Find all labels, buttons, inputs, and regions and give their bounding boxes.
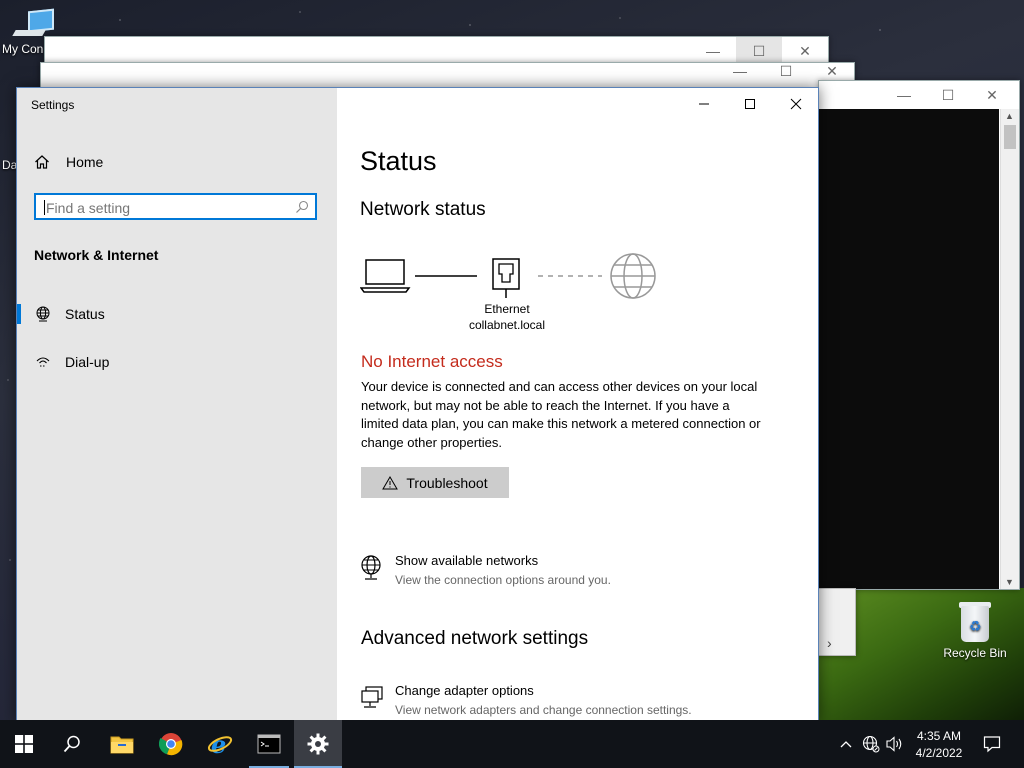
- settings-content: Status Network status Ethernet collabnet…: [337, 88, 818, 721]
- network-globe-icon: [862, 735, 880, 753]
- background-window[interactable]: ›: [818, 588, 856, 656]
- taskbar-file-explorer[interactable]: [98, 720, 146, 768]
- chevron-right-icon[interactable]: ›: [827, 635, 832, 651]
- start-button[interactable]: [0, 720, 48, 768]
- link-subtitle: View the connection options around you.: [395, 573, 611, 587]
- troubleshoot-button[interactable]: Troubleshoot: [361, 467, 509, 498]
- globe-network-icon: [359, 553, 385, 587]
- sidebar-item-label: Dial-up: [65, 354, 110, 370]
- page-title: Status: [360, 146, 437, 176]
- home-icon: [34, 154, 54, 170]
- change-adapter-options-link[interactable]: Change adapter options View network adap…: [359, 683, 692, 717]
- troubleshoot-label: Troubleshoot: [406, 474, 488, 491]
- maximize-icon[interactable]: [727, 88, 773, 120]
- home-label: Home: [66, 154, 104, 170]
- network-tray-button[interactable]: [860, 720, 882, 768]
- console-window[interactable]: — ☐ ✕ ▲ ▼: [818, 80, 1020, 590]
- laptop-icon: [360, 259, 411, 293]
- link-title: Change adapter options: [395, 683, 534, 698]
- svg-text:e: e: [211, 732, 226, 756]
- recycle-bin-icon: ♻: [957, 600, 993, 642]
- folder-icon: [110, 736, 134, 754]
- adapter-name: Ethernet: [484, 302, 530, 316]
- ethernet-icon: [492, 258, 520, 298]
- taskbar-settings[interactable]: [294, 720, 342, 768]
- notification-icon: [983, 736, 1001, 753]
- settings-sidebar: Settings Home Network & Internet Status: [17, 88, 337, 721]
- chrome-icon: [159, 733, 183, 756]
- maximize-icon[interactable]: ☐: [763, 57, 809, 85]
- search-icon: [63, 735, 80, 753]
- status-description: Your device is connected and can access …: [361, 379, 761, 450]
- close-icon[interactable]: [773, 88, 818, 120]
- advanced-settings-heading: Advanced network settings: [361, 628, 589, 649]
- sidebar-item-status[interactable]: Status: [17, 294, 337, 334]
- desktop-icon-label: Recycle Bin: [943, 646, 1007, 660]
- minimize-icon[interactable]: [681, 88, 727, 120]
- maximize-icon[interactable]: ☐: [925, 81, 971, 109]
- clock-time: 4:35 AM: [916, 729, 962, 743]
- home-nav[interactable]: Home: [34, 150, 103, 174]
- taskbar-search-button[interactable]: [48, 720, 96, 768]
- connection-alert: No Internet access: [361, 352, 503, 371]
- taskbar-clock[interactable]: 4:35 AM 4/2/2022: [905, 728, 973, 762]
- network-name: collabnet.local: [468, 318, 546, 332]
- desktop-icon-recycle-bin[interactable]: ♻ Recycle Bin: [940, 600, 1010, 660]
- section-heading: Network & Internet: [34, 247, 159, 263]
- search-icon[interactable]: [295, 200, 309, 219]
- internet-globe-icon: [610, 253, 656, 299]
- scroll-up-icon[interactable]: ▲: [1005, 111, 1014, 121]
- network-diagram: Ethernet collabnet.local: [360, 248, 680, 338]
- selection-indicator: [17, 304, 21, 324]
- chevron-up-icon: [840, 741, 852, 748]
- taskbar-command-prompt[interactable]: [245, 720, 293, 768]
- internet-explorer-icon: e: [207, 732, 233, 756]
- scrollbar-thumb[interactable]: [1004, 125, 1016, 149]
- scrollbar[interactable]: ▲ ▼: [1000, 109, 1019, 589]
- globe-icon: [33, 306, 53, 322]
- network-status-heading: Network status: [360, 199, 486, 220]
- network-adapter-icon: [359, 683, 385, 717]
- link-title: Show available networks: [395, 553, 539, 568]
- clock-date: 4/2/2022: [915, 746, 963, 760]
- minimize-icon[interactable]: —: [881, 81, 927, 109]
- sidebar-item-dial-up[interactable]: Dial-up: [17, 342, 337, 382]
- dialup-icon: [33, 354, 53, 370]
- computer-icon: [12, 8, 54, 38]
- show-hidden-icons-button[interactable]: [836, 720, 856, 768]
- sidebar-item-label: Status: [65, 306, 105, 322]
- taskbar-internet-explorer[interactable]: e: [196, 720, 244, 768]
- action-center-button[interactable]: [978, 720, 1006, 768]
- volume-tray-button[interactable]: [884, 720, 906, 768]
- console-output: [819, 109, 999, 589]
- window-title: Settings: [31, 98, 75, 112]
- taskbar-chrome[interactable]: [147, 720, 195, 768]
- scroll-down-icon[interactable]: ▼: [1005, 577, 1014, 587]
- taskbar: e 4:35 AM 4/2/2022: [0, 720, 1024, 768]
- settings-window: Settings Home Network & Internet Status: [16, 87, 819, 722]
- command-prompt-icon: [257, 734, 281, 754]
- speaker-icon: [886, 736, 902, 752]
- close-icon[interactable]: ✕: [969, 81, 1015, 109]
- windows-logo-icon: [15, 735, 33, 753]
- show-available-networks-link[interactable]: Show available networks View the connect…: [359, 553, 611, 587]
- search-input[interactable]: [44, 199, 288, 217]
- link-subtitle: View network adapters and change connect…: [395, 703, 692, 717]
- minimize-icon[interactable]: —: [717, 57, 763, 85]
- gear-icon: [307, 733, 329, 755]
- warning-icon: [382, 475, 399, 490]
- settings-search[interactable]: [34, 193, 317, 220]
